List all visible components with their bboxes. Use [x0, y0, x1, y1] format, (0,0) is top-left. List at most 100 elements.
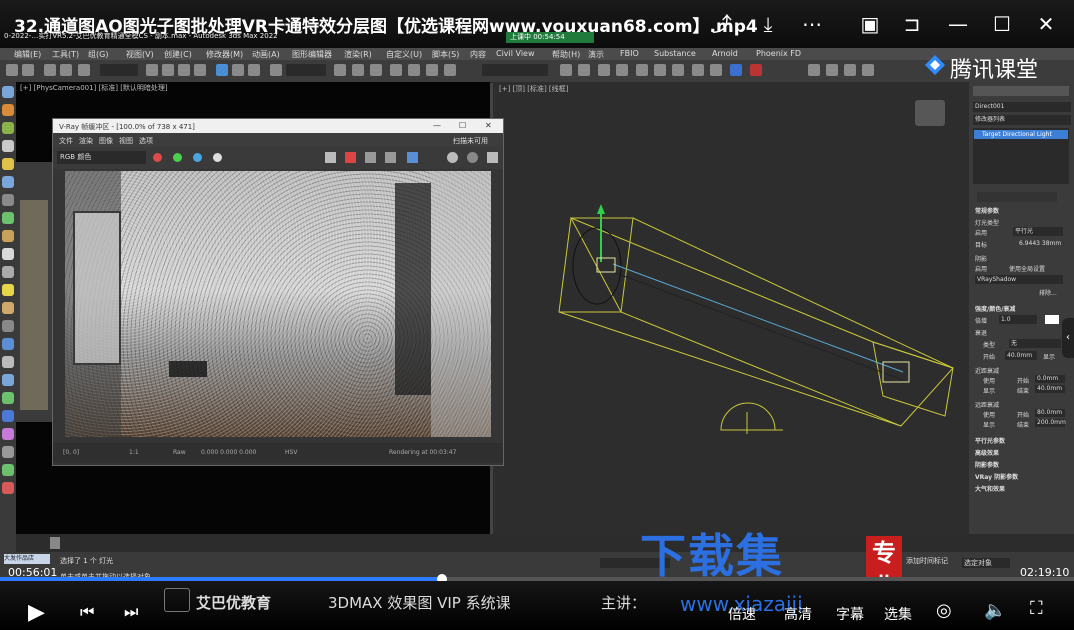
scale-icon[interactable] — [248, 64, 260, 76]
vfb-zoom[interactable]: 1:1 — [129, 449, 139, 456]
angle-snap-icon[interactable] — [408, 64, 420, 76]
decay-type-dropdown[interactable]: 无 — [1009, 339, 1061, 348]
rollout-directional[interactable]: 平行光参数 — [975, 436, 1005, 445]
vfb-menu-image[interactable]: 图像 — [99, 136, 113, 146]
menu-scripting[interactable]: 脚本(S) — [432, 49, 459, 60]
menu-arnold[interactable]: Arnold — [712, 49, 738, 58]
vfb-compare-icon[interactable] — [385, 152, 396, 163]
menu-views[interactable]: 视图(V) — [126, 49, 154, 60]
minimize-icon[interactable]: — — [946, 12, 970, 36]
maxscript-listener[interactable]: 大发作品店 — [4, 554, 50, 564]
vray-lights-icon[interactable] — [826, 64, 838, 76]
light-tool-icon[interactable] — [2, 158, 14, 170]
render-setup-icon[interactable] — [692, 64, 704, 76]
helper-tool-icon[interactable] — [2, 194, 14, 206]
multiplier-field[interactable]: 1.0 — [999, 315, 1037, 324]
vfb-save-icon[interactable] — [325, 152, 336, 163]
vray-toolbar-icon[interactable] — [808, 64, 820, 76]
keyboard-shortcut-icon[interactable] — [370, 64, 382, 76]
vfb-clear-icon[interactable] — [345, 152, 356, 163]
far-use-checkbox[interactable]: 使用 — [983, 410, 995, 419]
menu-fbio[interactable]: FBIO — [620, 49, 639, 58]
share-icon[interactable]: ⤴ — [710, 12, 734, 36]
light-enabled-checkbox[interactable]: 启用 — [975, 228, 987, 237]
playlist-button[interactable]: 选集 — [884, 604, 912, 624]
vray-icon[interactable] — [730, 64, 742, 76]
pivot-icon[interactable] — [334, 64, 346, 76]
schematic-view-icon[interactable] — [654, 64, 666, 76]
next-icon[interactable]: ⏭ — [124, 602, 138, 622]
fullscreen-icon[interactable]: ⛶ — [1030, 598, 1043, 619]
pin-icon[interactable]: ⊐ — [900, 12, 924, 36]
material-editor-icon[interactable] — [672, 64, 684, 76]
vfb-menu-file[interactable]: 文件 — [59, 136, 73, 146]
exclude-button[interactable]: 排除... — [1039, 288, 1057, 297]
shape-tool-icon[interactable] — [2, 212, 14, 224]
near-use-checkbox[interactable]: 使用 — [983, 376, 995, 385]
far-end-field[interactable]: 200.0mm — [1035, 419, 1066, 427]
time-slider[interactable] — [16, 534, 1074, 552]
texture-tool-icon[interactable] — [2, 302, 14, 314]
unlink-icon[interactable] — [60, 64, 72, 76]
decay-start-field[interactable]: 40.0mm — [1005, 351, 1037, 360]
vfb-mode[interactable]: Raw — [173, 449, 186, 456]
select-icon[interactable] — [146, 64, 158, 76]
mirror-icon[interactable] — [560, 64, 572, 76]
tree-tool-icon[interactable] — [2, 464, 14, 476]
vfb-teapot-icon[interactable] — [487, 152, 498, 163]
far-start-field[interactable]: 80.0mm — [1035, 409, 1065, 417]
vfb-close-icon[interactable]: ✕ — [485, 121, 492, 130]
material-tool-icon[interactable] — [2, 248, 14, 260]
more-icon[interactable]: ⋯ — [800, 12, 824, 36]
viewport-label[interactable]: [+] [PhysCamera001] [标准] [默认明暗处理] — [20, 83, 168, 93]
rollout-advanced[interactable]: 高级效果 — [975, 448, 999, 457]
near-start-field[interactable]: 0.0mm — [1035, 375, 1065, 383]
stack-tools[interactable] — [977, 192, 1057, 202]
settings-icon[interactable]: ◎ — [936, 600, 952, 621]
vfb-region-icon[interactable] — [365, 152, 376, 163]
far-show-checkbox[interactable]: 显示 — [983, 420, 995, 429]
rollout-shadow-params[interactable]: 阴影参数 — [975, 460, 999, 469]
object-tool-icon[interactable] — [2, 104, 14, 116]
pip-icon[interactable]: ▣ — [858, 12, 882, 36]
curve-editor-icon[interactable] — [636, 64, 648, 76]
vfb-color-space[interactable]: HSV — [285, 449, 297, 456]
near-end-field[interactable]: 40.0mm — [1035, 385, 1065, 393]
menu-customize[interactable]: 自定义(U) — [386, 49, 422, 60]
window-crossing-icon[interactable] — [194, 64, 206, 76]
reference-coord-dropdown[interactable] — [286, 64, 326, 76]
spinner-snap-icon[interactable] — [444, 64, 456, 76]
subtitle-button[interactable]: 字幕 — [836, 604, 864, 624]
menu-tools[interactable]: 工具(T) — [52, 49, 79, 60]
redo-icon[interactable] — [22, 64, 34, 76]
vfb-blue-channel-icon[interactable] — [193, 153, 202, 162]
menu-graph-editors[interactable]: 图形编辑器 — [292, 49, 332, 60]
vfb-menu-view[interactable]: 视图 — [119, 136, 133, 146]
targeted-checkbox[interactable]: 目标 — [975, 240, 987, 249]
quality-button[interactable]: 高清 — [784, 604, 812, 624]
menu-modifiers[interactable]: 修改器(M) — [206, 49, 243, 60]
download-icon[interactable]: ⤓ — [756, 12, 780, 36]
use-global-checkbox[interactable]: 使用全局设置 — [1009, 264, 1045, 273]
vfb-minimize-icon[interactable]: — — [433, 121, 441, 130]
toggle-ribbon-icon[interactable] — [616, 64, 628, 76]
vfb-stop-icon[interactable] — [467, 152, 478, 163]
time-slider-handle[interactable] — [50, 537, 60, 549]
near-show-checkbox[interactable]: 显示 — [983, 386, 995, 395]
sphere-tool-icon[interactable] — [2, 86, 14, 98]
menu-civil-view[interactable]: Civil View — [496, 49, 535, 58]
rollout-atmospherics[interactable]: 大气和效果 — [975, 484, 1005, 493]
plant-tool-icon[interactable] — [2, 392, 14, 404]
vfb-render-icon[interactable] — [447, 152, 458, 163]
curve-tool-icon[interactable] — [2, 266, 14, 278]
menu-create[interactable]: 创建(C) — [164, 49, 192, 60]
select-by-name-icon[interactable] — [162, 64, 174, 76]
stack-item[interactable]: Target Directional Light — [974, 130, 1068, 139]
menu-substance[interactable]: Substance — [654, 49, 696, 58]
rendered-frame-icon[interactable] — [710, 64, 722, 76]
shadow-enabled-checkbox[interactable]: 启用 — [975, 264, 987, 273]
camera-tool-icon[interactable] — [2, 176, 14, 188]
vfb-channel-select[interactable]: RGB 颜色 — [57, 151, 146, 164]
vfb-green-channel-icon[interactable] — [173, 153, 182, 162]
vfb-menu-render[interactable]: 渲染 — [79, 136, 93, 146]
